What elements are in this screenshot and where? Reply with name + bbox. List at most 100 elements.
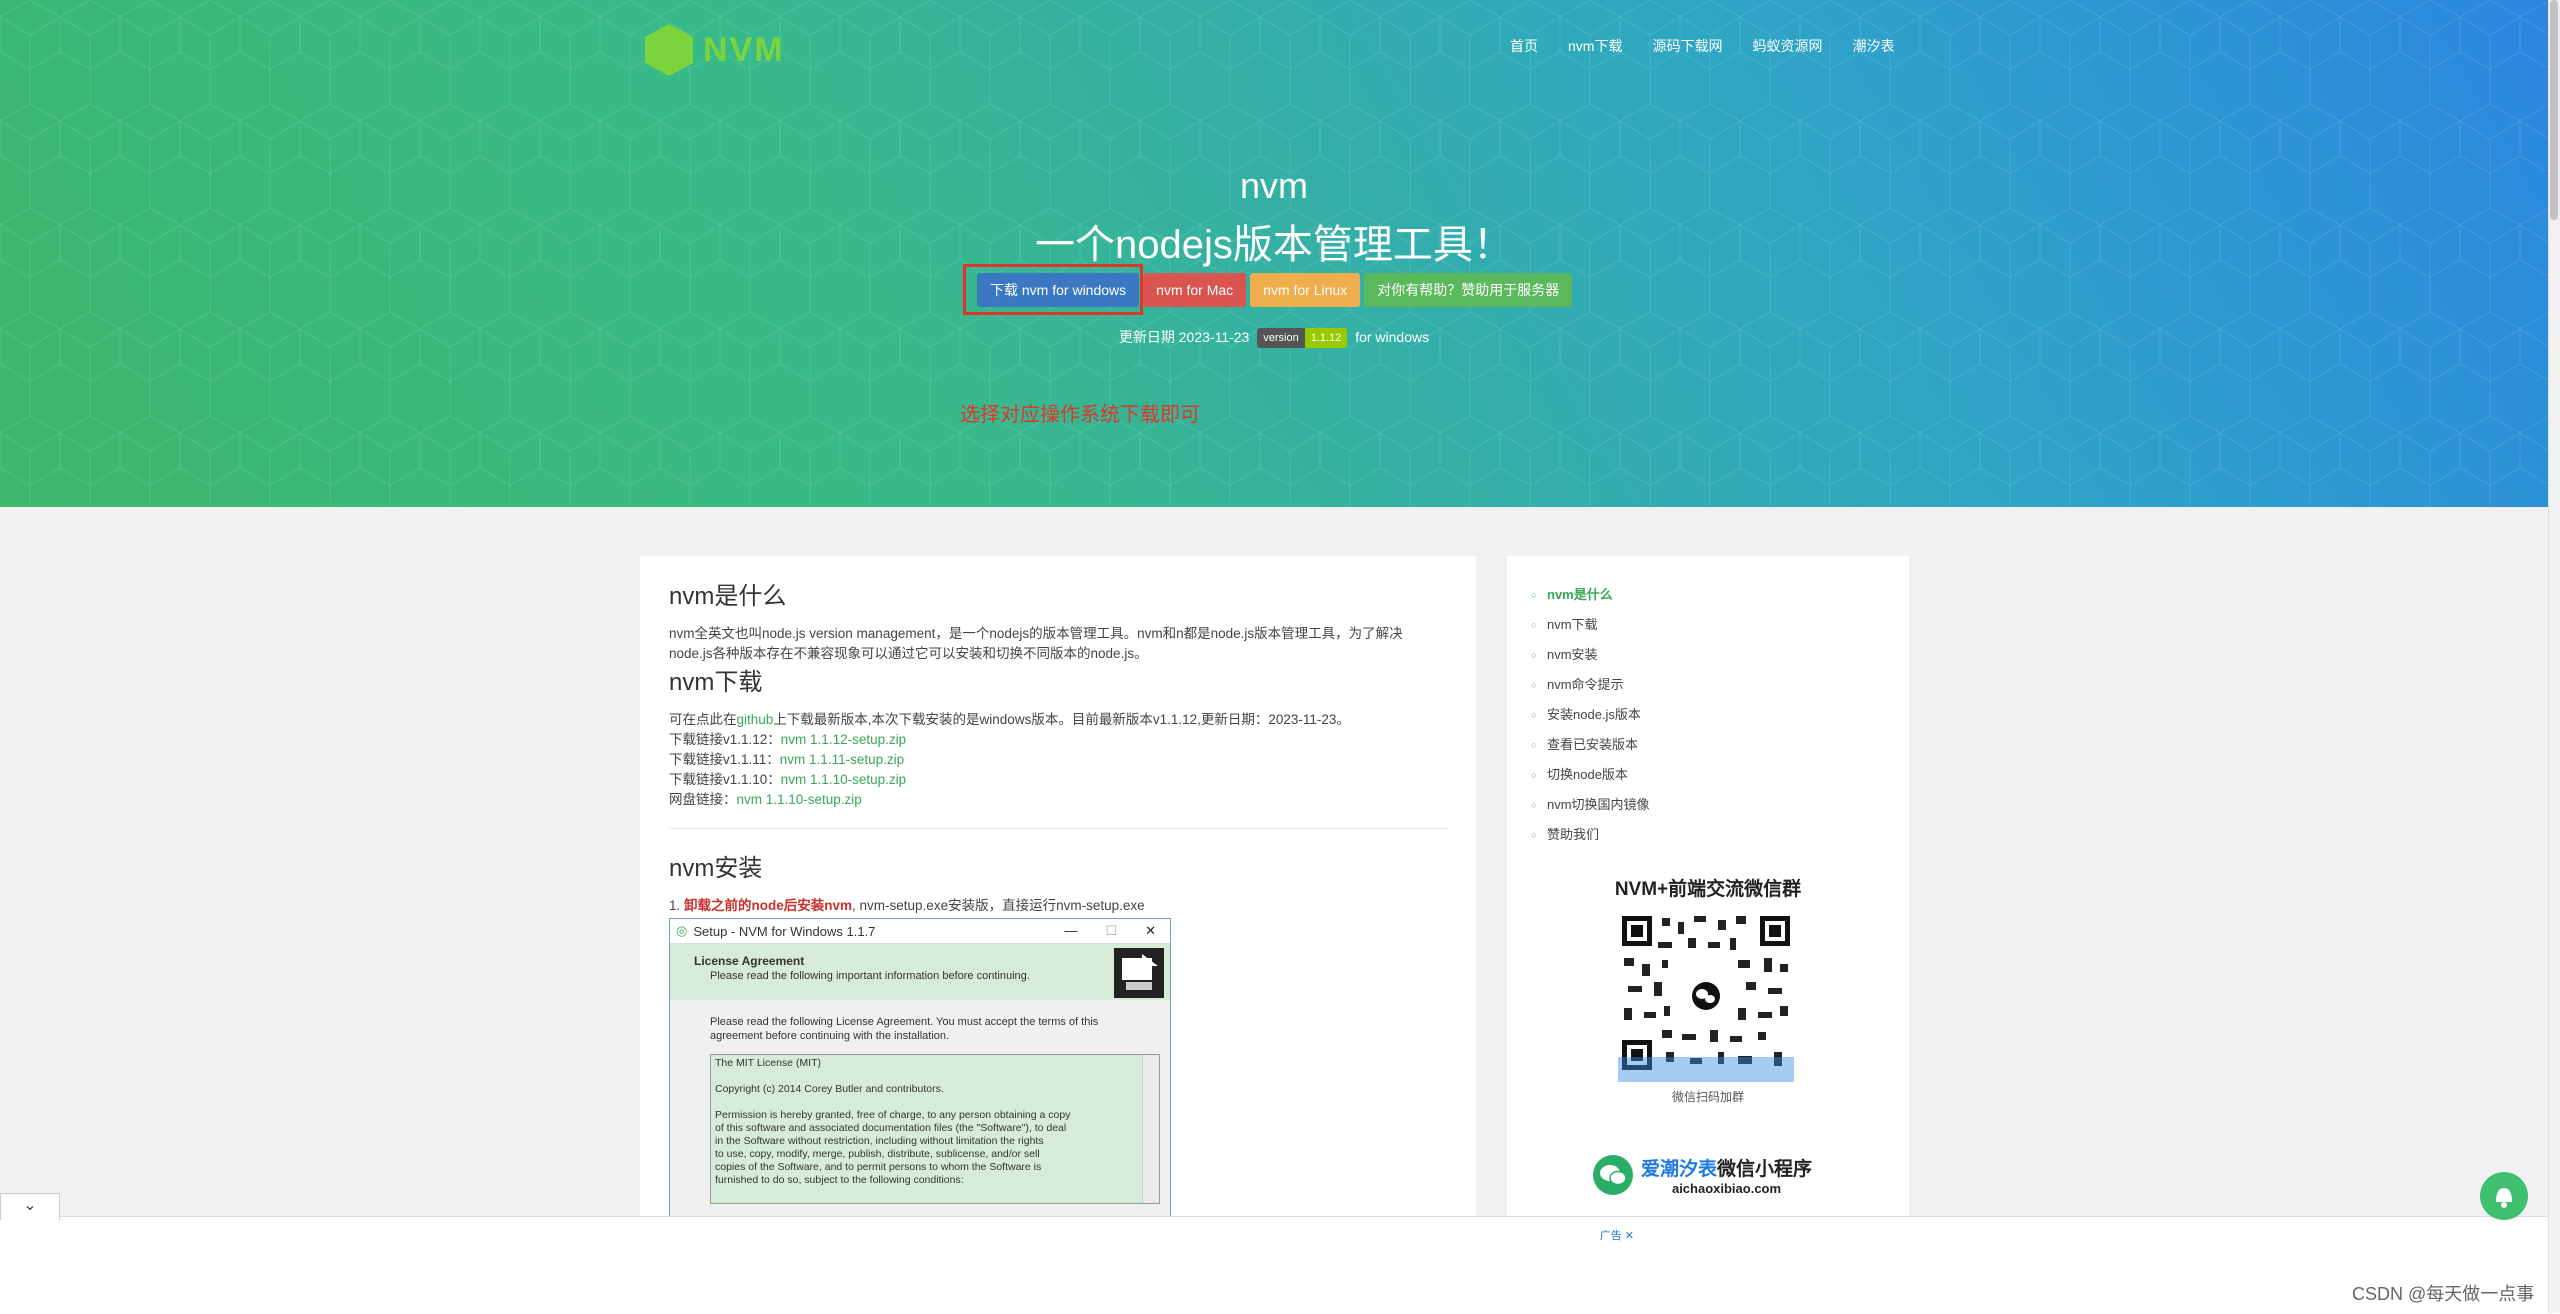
- toc-item[interactable]: 安装node.js版本: [1529, 700, 1650, 730]
- version-badge-key: version: [1257, 328, 1305, 349]
- csdn-watermark: CSDN @每天做一点事: [2352, 1284, 2535, 1304]
- installer-computer-icon: [1114, 948, 1164, 998]
- setup-body-line-1: Please read the following License Agreem…: [710, 1016, 1099, 1028]
- setup-body-line-2: agreement before continuing with the ins…: [710, 1030, 950, 1042]
- download-mac-button[interactable]: nvm for Mac: [1143, 273, 1247, 307]
- mini-program-text: 爱潮汐表微信小程序 aichaoxibiao.com: [1641, 1154, 1812, 1196]
- mini-program-promo[interactable]: 爱潮汐表微信小程序 aichaoxibiao.com: [1593, 1154, 1812, 1196]
- annotation-text: 选择对应操作系统下载即可: [960, 404, 1200, 426]
- download-label: 下载链接v1.1.12：: [669, 732, 781, 747]
- toc-item[interactable]: nvm切换国内镜像: [1529, 790, 1650, 820]
- update-date: 更新日期 2023-11-23: [1118, 329, 1250, 345]
- bottom-ad-bar: 广告 ✕: [0, 1216, 2560, 1314]
- license-line: to use, copy, modify, merge, publish, di…: [715, 1148, 1040, 1160]
- toc-item[interactable]: nvm命令提示: [1529, 670, 1650, 700]
- setup-app-icon: ◎: [676, 923, 688, 938]
- license-scrollbar[interactable]: [1142, 1055, 1159, 1203]
- update-info: 更新日期 2023-11-23 version 1.1.12 for window…: [0, 327, 2548, 349]
- hexagon-logo-icon: [645, 24, 693, 76]
- section-what-is-nvm-text-1: nvm全英文也叫node.js version management，是一个no…: [669, 626, 1403, 641]
- nav-home[interactable]: 首页: [1510, 36, 1538, 56]
- setup-titlebar: ◎ Setup - NVM for Windows 1.1.7 — ☐ ✕: [670, 919, 1170, 944]
- download-intro: 可在点此在github上下载最新版本,本次下载安装的是windows版本。目前最…: [669, 710, 1350, 730]
- hero-title: nvm: [1239, 165, 1308, 206]
- qr-code-icon: [1618, 912, 1794, 1082]
- license-line: furnished to do so, subject to the follo…: [715, 1174, 964, 1186]
- mini-program-title: 爱潮汐表微信小程序: [1641, 1154, 1812, 1181]
- mini-title-brand: 爱潮汐表: [1641, 1159, 1718, 1180]
- wechat-group-title: NVM+前端交流微信群: [1614, 879, 1802, 900]
- license-line: [715, 1096, 1155, 1109]
- maximize-icon: ☐: [1105, 923, 1118, 938]
- download-label: 下载链接v1.1.10：: [669, 772, 781, 787]
- section-what-is-nvm-title: nvm是什么: [669, 583, 787, 610]
- setup-header-title: License Agreement: [694, 954, 805, 968]
- install-step-1: 1. 卸载之前的node后安装nvm, nvm-setup.exe安装版，直接运…: [669, 896, 1145, 916]
- toc-item[interactable]: 赞助我们: [1529, 820, 1650, 850]
- setup-title: Setup - NVM for Windows 1.1.7: [693, 923, 876, 939]
- site-logo[interactable]: NVM: [645, 24, 785, 76]
- update-platform: for windows: [1355, 329, 1430, 345]
- qr-caption: 微信扫码加群: [1671, 1090, 1744, 1104]
- toc-item[interactable]: nvm下载: [1529, 610, 1650, 640]
- step-number: 1.: [669, 898, 685, 913]
- chat-bubble-icon[interactable]: [2480, 1172, 2528, 1220]
- close-icon: ✕: [1145, 923, 1156, 938]
- download-label: 网盘链接：: [669, 792, 737, 807]
- setup-window-screenshot: ◎ Setup - NVM for Windows 1.1.7 — ☐ ✕ Li…: [669, 918, 1171, 1216]
- download-intro-b: 上下载最新版本,本次下载安装的是windows版本。目前最新版本v1.1.12,…: [773, 712, 1350, 727]
- step-text: , nvm-setup.exe安装版，直接运行nvm-setup.exe: [852, 898, 1145, 913]
- nav-ant-resources[interactable]: 蚂蚁资源网: [1752, 36, 1822, 56]
- nav-tide-table[interactable]: 潮汐表: [1852, 36, 1894, 56]
- download-link[interactable]: nvm 1.1.12-setup.zip: [781, 732, 906, 747]
- github-link[interactable]: github: [737, 712, 774, 727]
- download-link[interactable]: nvm 1.1.11-setup.zip: [780, 752, 904, 767]
- step-emphasis: 卸载之前的node后安装nvm: [684, 898, 853, 913]
- section-install-title: nvm安装: [669, 855, 763, 882]
- article-panel: nvm是什么 nvm全英文也叫node.js version managemen…: [640, 556, 1476, 1216]
- mini-program-domain: aichaoxibiao.com: [1671, 1181, 1782, 1196]
- download-row-2: 下载链接v1.1.11：nvm 1.1.11-setup.zip: [669, 750, 904, 770]
- license-line: The MIT License (MIT): [715, 1057, 821, 1069]
- logo-text: NVM: [703, 30, 785, 69]
- minimize-icon: —: [1064, 923, 1078, 938]
- ad-close-label[interactable]: 广告 ✕: [1600, 1227, 1634, 1243]
- nav-source-download[interactable]: 源码下载网: [1652, 36, 1722, 56]
- sidebar-panel: nvm是什么 nvm下载 nvm安装 nvm命令提示 安装node.js版本 查…: [1507, 556, 1909, 1216]
- version-badge-value: 1.1.12: [1304, 328, 1348, 349]
- setup-body-text: Please read the following License Agreem…: [710, 1015, 1130, 1043]
- download-link[interactable]: nvm 1.1.10-setup.zip: [781, 772, 906, 787]
- download-label: 下载链接v1.1.11：: [669, 752, 780, 767]
- top-nav: 首页 nvm下载 源码下载网 蚂蚁资源网 潮汐表: [1510, 36, 1894, 56]
- annotation-highlight-box: [963, 264, 1143, 315]
- toc-item[interactable]: nvm安装: [1529, 640, 1650, 670]
- sponsor-button[interactable]: 对你有帮助？赞助用于服务器: [1364, 273, 1573, 307]
- toc-item[interactable]: nvm是什么: [1529, 580, 1650, 610]
- license-textarea[interactable]: The MIT License (MIT) Copyright (c) 2014…: [710, 1054, 1160, 1204]
- chevron-down-icon[interactable]: ⌄: [0, 1193, 60, 1220]
- setup-header-subtitle: Please read the following important info…: [710, 970, 1030, 982]
- license-line: [715, 1070, 1155, 1083]
- toc-item[interactable]: 切换node版本: [1529, 760, 1650, 790]
- section-divider: [669, 828, 1447, 829]
- license-line: copies of the Software, and to permit pe…: [715, 1161, 1042, 1173]
- license-line: of this software and associated document…: [715, 1122, 1067, 1134]
- hero-banner: NVM 首页 nvm下载 源码下载网 蚂蚁资源网 潮汐表 nvm 一个nodej…: [0, 0, 2548, 507]
- version-badge: version 1.1.12: [1257, 328, 1348, 349]
- download-row-4: 网盘链接：nvm 1.1.10-setup.zip: [669, 790, 862, 810]
- section-what-is-nvm-text-2: node.js各种版本存在不兼容现象可以通过它可以安装和切换不同版本的node.…: [669, 646, 1148, 661]
- hero-subtitle: 一个nodejs版本管理工具！: [1035, 223, 1513, 267]
- download-linux-button[interactable]: nvm for Linux: [1250, 273, 1361, 307]
- download-intro-a: 可在点此在: [669, 712, 737, 727]
- license-line: Permission is hereby granted, free of ch…: [715, 1109, 1071, 1121]
- page-scrollbar-thumb[interactable]: [2550, 0, 2558, 220]
- download-row-3: 下载链接v1.1.10：nvm 1.1.10-setup.zip: [669, 770, 906, 790]
- download-link[interactable]: nvm 1.1.10-setup.zip: [737, 792, 862, 807]
- section-download-title: nvm下载: [669, 669, 763, 696]
- setup-header: License Agreement Please read the follow…: [670, 944, 1170, 1000]
- mini-title-suffix: 微信小程序: [1717, 1159, 1813, 1180]
- ad-slot[interactable]: 广告 ✕: [911, 1225, 1638, 1313]
- license-line: Copyright (c) 2014 Corey Butler and cont…: [715, 1083, 944, 1095]
- toc-item[interactable]: 查看已安装版本: [1529, 730, 1650, 760]
- nav-nvm-download[interactable]: nvm下载: [1568, 36, 1622, 56]
